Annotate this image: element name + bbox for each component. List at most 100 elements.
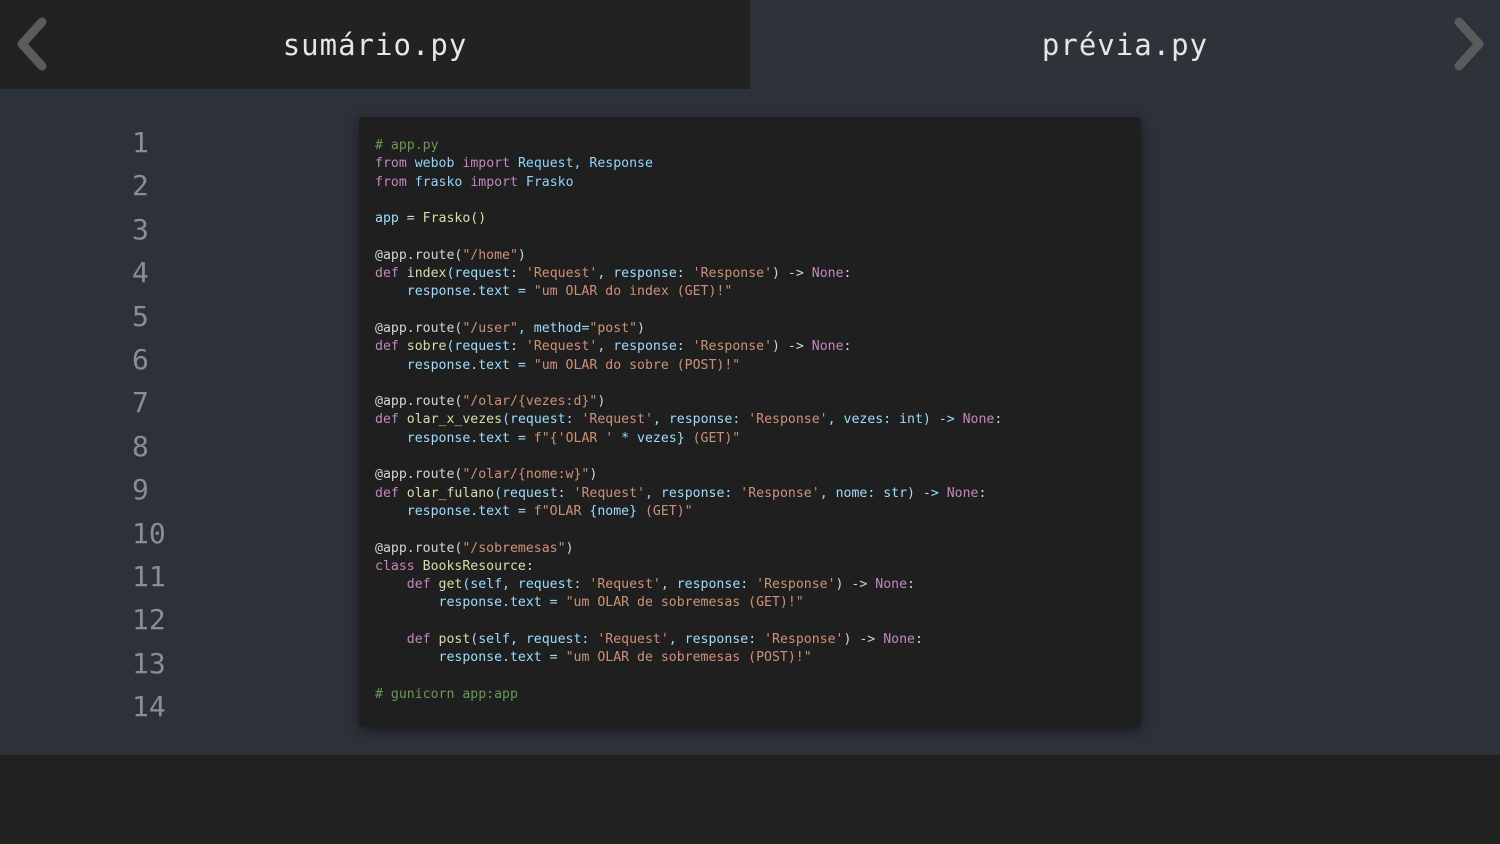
code-token: olar_fulano	[406, 485, 495, 501]
code-token: "um OLAR do sobre (POST)!"	[533, 357, 741, 373]
code-token: def	[375, 339, 399, 355]
code-comment: # gunicorn app:app	[375, 686, 518, 702]
code-token: , response:	[668, 632, 765, 648]
line-number: 5	[132, 299, 149, 333]
code-token: "um OLAR de sobremesas (POST)!"	[565, 650, 812, 666]
code-token: ) ->	[772, 339, 812, 355]
code-token: )	[517, 247, 526, 263]
code-token: get	[430, 577, 463, 593]
code-token: def	[375, 412, 399, 428]
code-token: "um OLAR de sobremesas (GET)!"	[565, 595, 804, 611]
code-token: )	[597, 394, 606, 410]
code-token: 'Response'	[756, 577, 836, 593]
code-token: import	[470, 174, 518, 190]
code-token: @app.route(	[375, 320, 463, 336]
code-token: :	[914, 632, 923, 648]
code-text: # app.py from webob import Request, Resp…	[375, 137, 1141, 704]
code-token: 'Request'	[589, 577, 661, 593]
code-token: "/sobremesas"	[462, 540, 566, 556]
tab-previa[interactable]: prévia.py	[750, 0, 1500, 89]
code-token: )	[637, 320, 645, 336]
code-token: @app.route(	[375, 394, 463, 410]
code-token: ) ->	[772, 266, 812, 282]
code-token: None	[946, 485, 979, 501]
code-token: (request:	[446, 266, 526, 282]
code-token: def	[375, 485, 399, 501]
code-token: response.text =	[375, 430, 534, 446]
code-token: None	[811, 339, 844, 355]
code-token: (request:	[494, 485, 574, 501]
code-token: @app.route(	[375, 467, 463, 483]
code-token: Frasko()	[422, 211, 487, 227]
line-number: 13	[132, 646, 166, 680]
code-token: Request, Response	[517, 156, 653, 172]
code-token: 'Request'	[597, 632, 669, 648]
code-token: None	[962, 412, 995, 428]
line-number: 8	[132, 429, 149, 463]
code-token: (self, request:	[462, 577, 590, 593]
code-token: Frasko	[525, 174, 574, 190]
line-number: 11	[132, 559, 166, 593]
code-token: * vezes}	[613, 430, 685, 446]
code-token: "post"	[589, 320, 638, 336]
code-token: f"OLAR	[533, 503, 590, 519]
code-token: response.text =	[375, 503, 534, 519]
code-token: index	[406, 266, 447, 282]
code-token: ) ->	[835, 577, 876, 593]
line-number: 7	[132, 386, 149, 420]
code-token: f"{	[533, 430, 558, 446]
code-token: 'Response'	[748, 412, 828, 428]
line-number: 1	[132, 126, 149, 159]
code-token: , vezes: int) ->	[827, 412, 963, 428]
tab-previa-label: prévia.py	[1041, 27, 1209, 62]
code-token: 'Response'	[692, 266, 773, 282]
code-token: , response:	[652, 412, 749, 428]
code-token: olar_x_vezes	[406, 412, 503, 428]
code-token: from	[375, 156, 407, 172]
code-token: sobre	[406, 339, 447, 355]
line-number: 12	[132, 603, 166, 637]
chevron-left-icon[interactable]	[12, 16, 52, 72]
code-token: 'Response'	[740, 485, 820, 501]
code-token: def	[375, 266, 399, 282]
code-token: :	[994, 412, 1003, 428]
slide-content: 1 2 3 4 5 6 7 8 9 10 11 12 13 14 # app.p…	[0, 89, 1500, 755]
tab-sumario[interactable]: sumário.py	[0, 0, 750, 89]
code-token: 'Request'	[573, 485, 645, 501]
code-token: (GET)"	[637, 503, 693, 519]
code-token: 'Request'	[581, 412, 653, 428]
code-token: BooksResource:	[414, 558, 534, 574]
code-token: (GET)"	[684, 430, 741, 446]
code-token: , response:	[660, 577, 757, 593]
tab-sumario-label: sumário.py	[282, 27, 468, 62]
line-number: 14	[132, 690, 166, 724]
code-token: :	[978, 485, 987, 501]
code-token: response.text =	[375, 357, 534, 373]
code-token: (request:	[502, 412, 582, 428]
code-token: webob	[414, 156, 455, 172]
code-token: response.text =	[375, 650, 566, 666]
code-token: def	[375, 632, 431, 648]
code-token: , response:	[597, 339, 693, 355]
tab-bar: sumário.py prévia.py	[0, 0, 1500, 89]
code-token: )	[565, 540, 574, 556]
code-token: None	[883, 632, 915, 648]
line-number: 9	[132, 473, 149, 507]
code-token: response.text =	[375, 284, 534, 300]
chevron-right-icon[interactable]	[1449, 16, 1489, 72]
code-token: 'Request'	[525, 339, 598, 355]
code-token: None	[811, 266, 844, 282]
code-token: def	[375, 577, 431, 593]
code-token: @app.route(	[375, 540, 463, 556]
code-token: , nome: str) ->	[819, 485, 947, 501]
line-number: 6	[132, 342, 149, 376]
code-token: 'Request'	[525, 266, 598, 282]
bottom-bar	[0, 755, 1500, 844]
code-token: 'Response'	[692, 339, 773, 355]
code-token: frasko	[414, 174, 463, 190]
code-token: , response:	[645, 485, 741, 501]
code-token: @app.route(	[375, 247, 463, 263]
line-number: 10	[132, 516, 166, 550]
code-token: "/home"	[462, 247, 518, 263]
code-token: ) ->	[843, 632, 884, 648]
